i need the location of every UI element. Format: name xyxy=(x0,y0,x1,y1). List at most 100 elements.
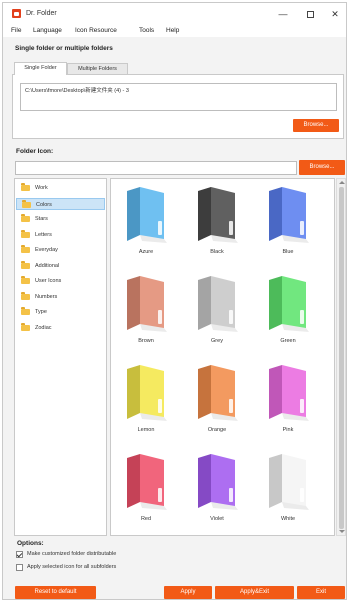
menu-file[interactable]: File xyxy=(11,27,21,34)
colored-folder-icon xyxy=(127,276,167,332)
folder-icon xyxy=(22,199,31,208)
colored-folder-icon xyxy=(269,454,309,510)
colored-folder-icon xyxy=(269,365,309,421)
folder-icon-caption: Green xyxy=(280,338,296,344)
colored-folder-icon xyxy=(127,187,167,243)
folder-icon-tile-lemon[interactable]: Lemon xyxy=(116,361,176,451)
options-heading: Options: xyxy=(17,540,44,547)
menu-language[interactable]: Language xyxy=(33,27,62,34)
folder-icon-tile-black[interactable]: Black xyxy=(187,183,247,273)
category-label: Numbers xyxy=(35,293,58,300)
reset-to-default-button[interactable]: Reset to default xyxy=(15,586,96,599)
folder-icon-caption: Red xyxy=(140,516,152,522)
title-bar: Dr. Folder — ✕ xyxy=(3,3,346,25)
category-item-numbers[interactable]: Numbers xyxy=(16,291,105,303)
colored-folder-icon xyxy=(198,365,238,421)
folder-icon-caption: Black xyxy=(210,249,224,255)
folder-icon-caption: Lemon xyxy=(137,427,155,433)
icon-grid: Azure Black Blue Brown Grey Green Lemon Orange P… xyxy=(110,178,335,536)
folder-icon-caption: Azure xyxy=(138,249,154,255)
folder-icon xyxy=(21,291,30,300)
subfolders-label: Apply selected icon for all subfolders xyxy=(27,564,117,570)
folder-icon-caption: White xyxy=(280,516,296,522)
subfolders-checkbox[interactable] xyxy=(16,564,23,571)
folder-icon-tile-blue[interactable]: Blue xyxy=(258,183,318,273)
folder-icon-caption: Violet xyxy=(210,516,224,522)
folder-icon-tile-green[interactable]: Green xyxy=(258,272,318,362)
colored-folder-icon xyxy=(127,365,167,421)
category-label: Work xyxy=(35,185,48,191)
distributable-label: Make customized folder distributable xyxy=(27,551,117,557)
folder-icon-tile-pink[interactable]: Pink xyxy=(258,361,318,451)
category-label: Additional xyxy=(35,262,60,269)
dr-folder-window: Dr. Folder — ✕ File Language Icon Resour… xyxy=(2,2,347,600)
folder-icon-caption: Grey xyxy=(211,338,223,344)
exit-button[interactable]: Exit xyxy=(297,586,345,599)
category-item-additional[interactable]: Additional xyxy=(16,260,105,272)
category-label: User Icons xyxy=(35,278,62,284)
scroll-down-arrow-icon[interactable] xyxy=(339,530,345,533)
app-logo-icon xyxy=(12,9,21,18)
folder-icon xyxy=(21,229,30,238)
category-label: Type xyxy=(35,309,47,315)
folder-icon xyxy=(21,183,30,191)
folder-icon-tile-brown[interactable]: Brown xyxy=(116,272,176,362)
distributable-checkbox[interactable] xyxy=(16,551,23,558)
category-label: Stars xyxy=(35,216,48,222)
apply-and-exit-button[interactable]: Apply&Exit xyxy=(215,586,294,599)
folder-icon xyxy=(21,276,30,284)
close-button[interactable]: ✕ xyxy=(324,7,346,21)
browse-icon-button[interactable]: Browse... xyxy=(299,160,345,175)
scroll-thumb[interactable] xyxy=(339,187,344,529)
colored-folder-icon xyxy=(269,276,309,332)
folder-icon-tile-azure[interactable]: Azure xyxy=(116,183,176,273)
category-list: Work Colors Stars Letters Everyday Additional… xyxy=(14,178,107,536)
folder-icon-tile-grey[interactable]: Grey xyxy=(187,272,247,362)
tab-single-folder[interactable]: Single Folder xyxy=(14,62,67,75)
category-label: Everyday xyxy=(35,247,58,253)
menu-bar: File Language Icon Resource Tools Help xyxy=(3,25,346,37)
menu-icon-resource[interactable]: Icon Resource xyxy=(75,27,117,34)
category-label: Letters xyxy=(35,231,52,238)
folder-icon xyxy=(21,322,30,331)
colored-folder-icon xyxy=(269,187,309,243)
colored-folder-icon xyxy=(127,454,167,510)
folder-icon-caption: Orange xyxy=(207,427,227,433)
maximize-icon xyxy=(306,11,314,19)
window-title: Dr. Folder xyxy=(26,10,57,17)
category-item-colors[interactable]: Colors xyxy=(16,197,105,210)
colored-folder-icon xyxy=(198,276,238,332)
menu-tools[interactable]: Tools xyxy=(139,27,154,34)
apply-button[interactable]: Apply xyxy=(164,586,212,599)
category-item-zodiac[interactable]: Zodiac xyxy=(16,322,105,334)
scroll-up-arrow-icon[interactable] xyxy=(339,181,345,184)
category-item-everyday[interactable]: Everyday xyxy=(16,244,105,256)
category-label: Colors xyxy=(36,201,52,208)
folder-icon-caption: Blue xyxy=(282,249,294,255)
folder-path-field[interactable]: C:\Users\fmore\Desktop\新建文件夹 (4) - 3 xyxy=(20,83,337,111)
folder-icon-tile-orange[interactable]: Orange xyxy=(187,361,247,451)
minimize-button[interactable]: — xyxy=(272,7,294,21)
category-item-user-icons[interactable]: User Icons xyxy=(16,275,105,287)
browse-folder-button[interactable]: Browse... xyxy=(293,119,339,132)
folder-icon-tile-white[interactable]: White xyxy=(258,450,318,540)
folder-icon xyxy=(21,260,30,269)
folders-section-heading: Single folder or multiple folders xyxy=(15,45,113,52)
colored-folder-icon xyxy=(198,187,238,243)
folder-icon-heading: Folder Icon: xyxy=(16,148,54,155)
menu-help[interactable]: Help xyxy=(166,27,179,34)
colored-folder-icon xyxy=(198,454,238,510)
folder-icon-tile-red[interactable]: Red xyxy=(116,450,176,540)
category-item-stars[interactable]: Stars xyxy=(16,213,105,225)
single-folder-panel: C:\Users\fmore\Desktop\新建文件夹 (4) - 3 Bro… xyxy=(12,74,344,139)
folder-icon-tile-violet[interactable]: Violet xyxy=(187,450,247,540)
icon-grid-scrollbar[interactable] xyxy=(336,178,346,536)
category-item-work[interactable]: Work xyxy=(16,182,105,194)
maximize-button[interactable] xyxy=(299,7,321,21)
category-item-letters[interactable]: Letters xyxy=(16,229,105,241)
folder-icon-path-field[interactable] xyxy=(15,161,297,175)
category-label: Zodiac xyxy=(35,324,52,331)
category-item-type[interactable]: Type xyxy=(16,306,105,318)
folder-icon-caption: Pink xyxy=(282,427,294,433)
folder-icon xyxy=(21,307,30,315)
